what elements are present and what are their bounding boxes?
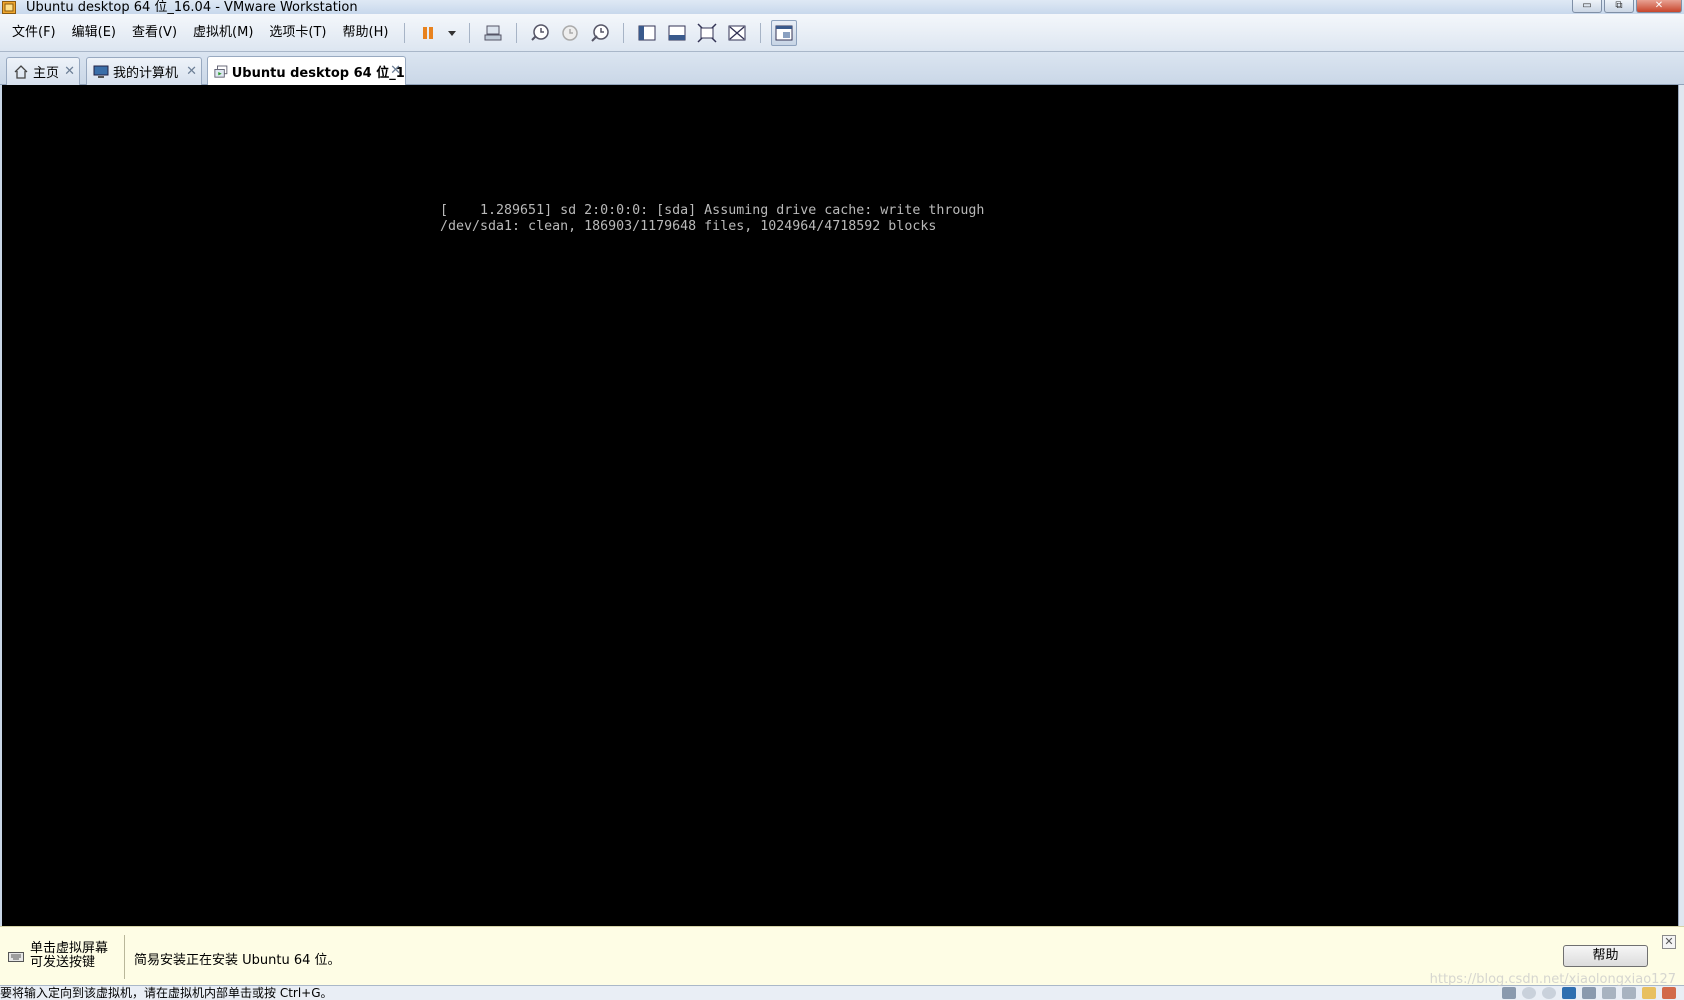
menu-file[interactable]: 文件(F): [0, 14, 64, 52]
show-library-button[interactable]: [634, 20, 660, 46]
keyboard-icon: [8, 952, 24, 962]
close-tab-icon[interactable]: ✕: [186, 64, 197, 79]
fullscreen-icon: [697, 22, 717, 43]
menu-edit[interactable]: 编辑(E): [64, 14, 124, 52]
home-icon: [14, 64, 28, 79]
hint-line-1: 单击虚拟屏幕: [30, 941, 109, 956]
tab-ubuntu-vm[interactable]: Ubuntu desktop 64 位_16.... ✕: [207, 56, 406, 86]
click-to-send-keys-hint: 单击虚拟屏幕 可发送按键: [30, 942, 108, 970]
snapshot-clock-icon: [531, 23, 550, 41]
hint-line-2: 可发送按键: [30, 955, 96, 970]
console-line: /dev/sda1: clean, 186903/1179648 files, …: [440, 219, 937, 234]
power-dropdown-button[interactable]: [445, 20, 459, 46]
toolbar-separator: [760, 22, 762, 43]
vm-icon: [214, 65, 228, 78]
send-ctrl-alt-del-button[interactable]: [480, 20, 506, 46]
revert-snapshot-button[interactable]: [557, 20, 583, 46]
status-text: 要将输入定向到该虚拟机，请在虚拟机内部单击或按 Ctrl+G。: [0, 986, 333, 1000]
hard-disk-icon[interactable]: [1502, 987, 1516, 999]
close-window-button[interactable]: ✕: [1636, 0, 1682, 13]
pause-button[interactable]: [415, 20, 441, 46]
unity-icon: [728, 25, 746, 40]
pause-icon: [423, 26, 434, 39]
help-button[interactable]: 帮助: [1563, 945, 1648, 967]
toolbar-separator: [516, 22, 518, 43]
full-screen-button[interactable]: [694, 20, 720, 46]
vm-console-screen[interactable]: [ 1.289651] sd 2:0:0:0: [sda] Assuming d…: [2, 85, 1678, 926]
vmware-logo-icon: [2, 0, 16, 14]
console-line: [ 1.289651] sd 2:0:0:0: [sda] Assuming d…: [440, 203, 985, 218]
toolbar-separator: [623, 22, 625, 43]
revert-clock-icon: [562, 24, 579, 41]
tab-label: 我的计算机: [113, 66, 179, 81]
menu-help[interactable]: 帮助(H): [335, 14, 397, 52]
printer-icon[interactable]: [1602, 987, 1616, 999]
close-tab-icon[interactable]: ✕: [64, 64, 75, 79]
computer-icon: [93, 65, 109, 78]
network-adapter-icon[interactable]: [1582, 987, 1596, 999]
title-bar: Ubuntu desktop 64 位_16.04 - VMware Works…: [0, 0, 1684, 14]
console-output: [ 1.289651] sd 2:0:0:0: [sda] Assuming d…: [440, 203, 984, 235]
window-right-edge: [1678, 85, 1684, 926]
status-bar: 要将输入定向到该虚拟机，请在虚拟机内部单击或按 Ctrl+G。 https://…: [0, 972, 1684, 1000]
toolbar-separator: [404, 22, 406, 43]
info-divider: [124, 935, 125, 979]
window-title: Ubuntu desktop 64 位_16.04 - VMware Works…: [26, 0, 358, 15]
menu-toolbar: 文件(F) 编辑(E) 查看(V) 虚拟机(M) 选项卡(T) 帮助(H): [0, 14, 1684, 52]
thumbnail-layout-icon: [668, 25, 686, 40]
chevron-down-icon: [448, 30, 457, 36]
cd-dvd-2-icon[interactable]: [1542, 987, 1556, 999]
menu-view[interactable]: 查看(V): [124, 14, 185, 52]
install-status-message: 简易安装正在安装 Ubuntu 64 位。: [134, 953, 341, 968]
unity-mode-button[interactable]: [724, 20, 750, 46]
minimize-button[interactable]: ▭: [1572, 0, 1602, 13]
console-view-button[interactable]: [771, 19, 798, 46]
device-status-icons: [1502, 987, 1676, 999]
console-view-icon: [775, 25, 793, 40]
thumbnail-bar-button[interactable]: [664, 20, 690, 46]
tab-label: 主页: [33, 66, 60, 81]
toolbar-separator: [469, 22, 471, 43]
snapshot-manager-button[interactable]: [587, 20, 613, 46]
snapshot-button[interactable]: [527, 20, 553, 46]
menu-vm[interactable]: 虚拟机(M): [185, 14, 261, 52]
floppy-icon[interactable]: [1562, 987, 1576, 999]
manage-snapshots-icon: [591, 23, 610, 42]
message-log-icon[interactable]: [1642, 987, 1656, 999]
usb-icon[interactable]: [1662, 987, 1676, 999]
network-send-icon: [484, 25, 502, 40]
tab-bar: 主页 ✕ 我的计算机 ✕ Ubuntu desktop 64 位_16.... …: [0, 52, 1684, 86]
close-tab-icon[interactable]: ✕: [390, 63, 401, 78]
tab-my-computer[interactable]: 我的计算机 ✕: [86, 57, 202, 85]
tab-label: Ubuntu desktop 64 位_16....: [231, 66, 405, 81]
watermark: https://blog.csdn.net/xiaolongxiao127: [1429, 972, 1676, 987]
cd-dvd-icon[interactable]: [1522, 987, 1536, 999]
close-info-bar-button[interactable]: ✕: [1662, 935, 1676, 949]
restore-button[interactable]: ⧉: [1604, 0, 1634, 13]
sound-card-icon[interactable]: [1622, 987, 1636, 999]
menu-tabs[interactable]: 选项卡(T): [261, 14, 334, 52]
tab-home[interactable]: 主页 ✕: [6, 57, 80, 85]
sidebar-layout-icon: [638, 25, 656, 40]
